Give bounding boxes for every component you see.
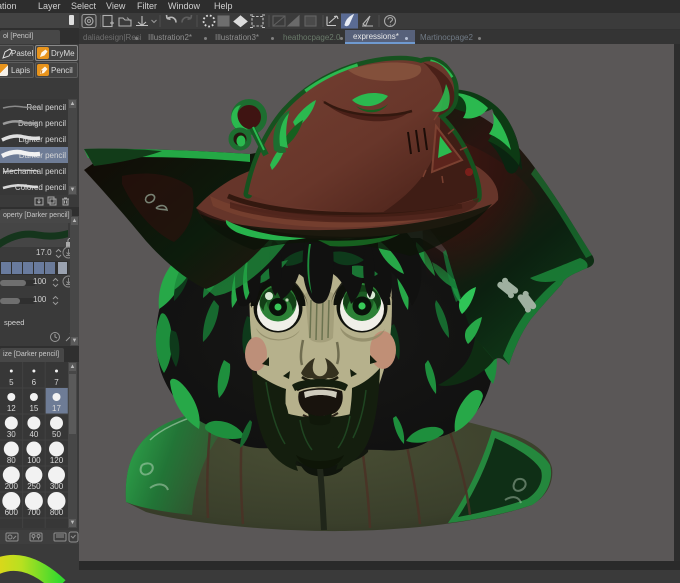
svg-text:6: 6 — [32, 378, 37, 387]
svg-text:250: 250 — [27, 482, 41, 491]
svg-text:120: 120 — [50, 456, 64, 465]
svg-text:100: 100 — [27, 456, 41, 465]
svg-text:15: 15 — [29, 404, 38, 413]
svg-text:40: 40 — [29, 430, 38, 439]
svg-text:17: 17 — [52, 404, 61, 413]
svg-text:200: 200 — [5, 482, 19, 491]
svg-text:800: 800 — [50, 508, 64, 517]
svg-text:80: 80 — [7, 456, 16, 465]
svg-text:600: 600 — [5, 508, 19, 517]
svg-text:7: 7 — [54, 378, 59, 387]
svg-text:300: 300 — [50, 482, 64, 491]
svg-text:50: 50 — [52, 430, 61, 439]
svg-text:700: 700 — [27, 508, 41, 517]
svg-text:12: 12 — [7, 404, 16, 413]
svg-text:5: 5 — [9, 378, 14, 387]
svg-text:30: 30 — [7, 430, 16, 439]
